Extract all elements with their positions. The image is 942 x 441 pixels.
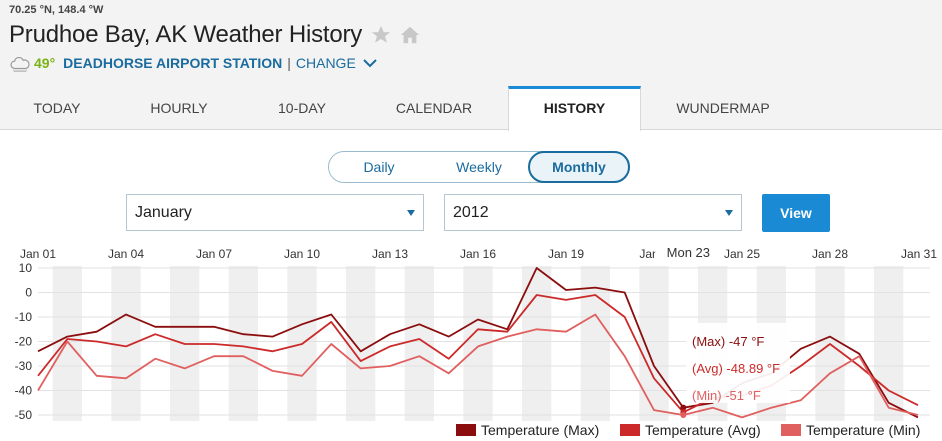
y-tick-label: 10	[19, 261, 33, 275]
home-icon[interactable]	[398, 24, 422, 46]
tab-calendar[interactable]: CALENDAR	[368, 86, 500, 130]
title-row: Prudhoe Bay, AK Weather History	[9, 21, 422, 49]
chart-legend: Temperature (Max) Temperature (Avg) Temper…	[456, 422, 920, 438]
coordinates: 70.25 °N, 148.4 °W	[9, 4, 104, 16]
day-band	[404, 266, 434, 421]
tooltip-line-min: (Min) -51 °F	[692, 388, 761, 403]
x-tick-label: Jan 28	[812, 247, 848, 261]
x-tick-label: Jan 01	[20, 247, 56, 261]
location-header: 70.25 °N, 148.4 °W Prudhoe Bay, AK Weath…	[0, 0, 942, 86]
day-band	[228, 266, 258, 421]
period-weekly[interactable]: Weekly	[429, 152, 529, 182]
month-select-value: January	[135, 204, 192, 221]
month-select[interactable]: January	[126, 194, 424, 231]
cloud-icon	[10, 57, 30, 72]
tab-10-day[interactable]: 10-DAY	[246, 86, 358, 130]
year-caret-icon	[725, 210, 733, 216]
legend-label: Temperature (Avg)	[645, 422, 761, 438]
tooltip-line-avg: (Avg) -48.89 °F	[692, 361, 780, 376]
tab-wundermap[interactable]: WUNDERMAP	[648, 86, 798, 130]
current-temperature: 49°	[34, 55, 56, 71]
year-select-value: 2012	[453, 204, 489, 221]
hover-date-label: Mon 23	[667, 245, 710, 260]
station-link[interactable]: DEADHORSE AIRPORT STATION	[63, 55, 282, 71]
chart-y-axis: 10 0 -10 -20 -30 -40 -50	[15, 261, 33, 422]
day-band	[52, 266, 82, 421]
hover-point	[680, 412, 687, 418]
legend-label: Temperature (Min)	[806, 422, 920, 438]
x-tick-label: Jan 19	[548, 247, 584, 261]
y-tick-label: -10	[15, 310, 33, 324]
x-tick-label: Jan 31	[901, 247, 937, 261]
y-tick-label: -20	[15, 335, 33, 349]
tab-hourly[interactable]: HOURLY	[122, 86, 236, 130]
tooltip-line-max: (Max) -47 °F	[692, 334, 764, 349]
period-daily[interactable]: Daily	[329, 152, 429, 182]
y-tick-label: 0	[25, 286, 32, 300]
main-tabs: TODAY HOURLY 10-DAY CALENDAR HISTORY WUN…	[0, 86, 942, 131]
y-tick-label: -50	[15, 408, 33, 422]
y-tick-label: -40	[15, 384, 33, 398]
period-toggle: Daily Weekly Monthly	[328, 151, 630, 183]
day-band	[111, 266, 141, 421]
view-button[interactable]: View	[762, 194, 830, 232]
station-row: 49° DEADHORSE AIRPORT STATION | CHANGE	[9, 54, 378, 72]
x-tick-label: Jan 25	[724, 247, 760, 261]
x-tick-label: Jan 16	[460, 247, 496, 261]
chevron-down-icon[interactable]	[362, 57, 378, 69]
legend-label: Temperature (Max)	[481, 422, 599, 438]
year-select[interactable]: 2012	[444, 194, 742, 231]
x-tick-label: Jan 13	[372, 247, 408, 261]
legend-swatch	[620, 424, 640, 436]
period-monthly[interactable]: Monthly	[528, 151, 630, 183]
legend-swatch	[781, 424, 801, 436]
temperature-chart: Jan 01 Jan 04 Jan 07 Jan 10 Jan 13 Jan 16 Jan …	[15, 242, 937, 438]
separator: |	[287, 55, 291, 71]
x-tick-label: Jan 07	[196, 247, 232, 261]
page-title: Prudhoe Bay, AK Weather History	[9, 21, 363, 48]
month-caret-icon	[407, 210, 415, 216]
day-band	[639, 266, 669, 421]
y-tick-label: -30	[15, 359, 33, 373]
day-band	[346, 266, 376, 421]
tab-history[interactable]: HISTORY	[508, 86, 641, 131]
x-tick-label: Jan 04	[108, 247, 144, 261]
legend-swatch	[456, 424, 476, 436]
star-icon[interactable]	[370, 24, 392, 46]
tab-today[interactable]: TODAY	[0, 86, 114, 130]
day-band	[874, 266, 904, 421]
change-station-link[interactable]: CHANGE	[296, 55, 356, 71]
chart-x-axis: Jan 01 Jan 04 Jan 07 Jan 10 Jan 13 Jan 16 Jan …	[20, 247, 937, 261]
x-tick-label: Jan 10	[284, 247, 320, 261]
